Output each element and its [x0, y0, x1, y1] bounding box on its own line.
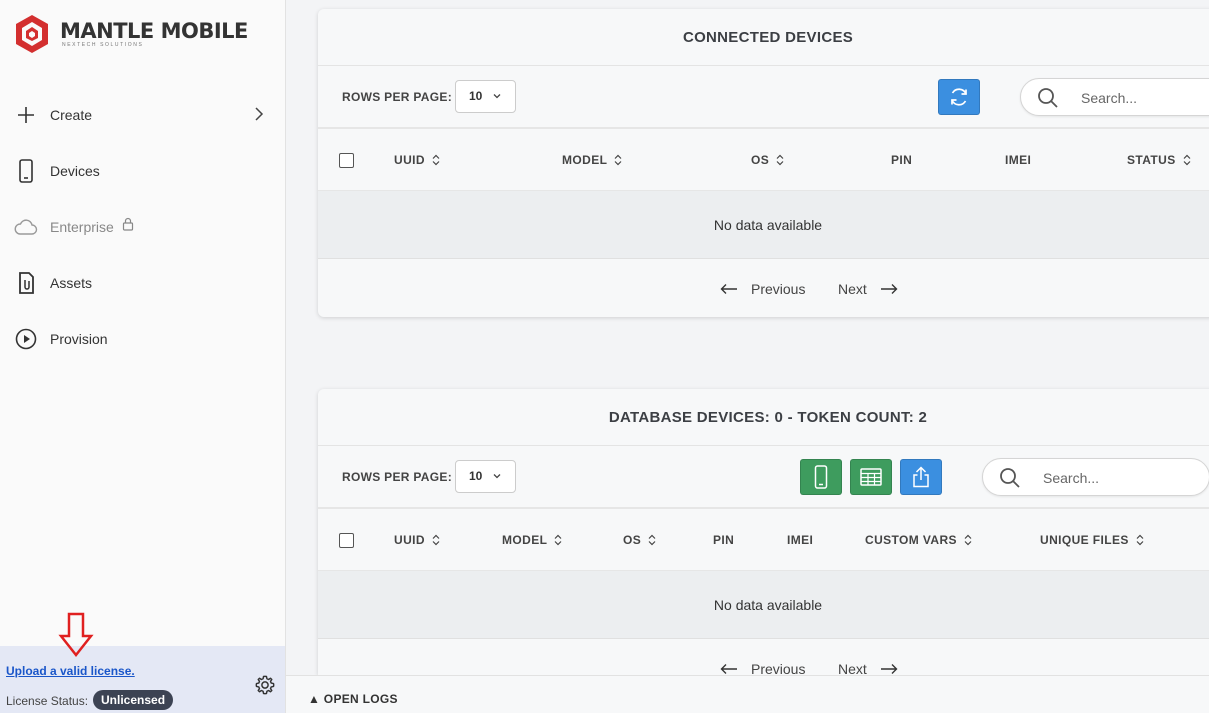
- phone-icon: [14, 159, 38, 183]
- sidebar-item-provision[interactable]: Provision: [0, 311, 285, 367]
- arrow-left-icon: [720, 664, 737, 674]
- sort-icon: [614, 154, 622, 166]
- sidebar-item-label: Devices: [50, 163, 100, 179]
- pagination: Previous Next: [318, 639, 1209, 674]
- mantle-logo-icon: [16, 15, 48, 53]
- next-page-button[interactable]: Next: [838, 281, 898, 297]
- select-all-checkbox[interactable]: [339, 533, 354, 548]
- brand-tagline: NEXTECH SOLUTIONS: [62, 42, 144, 48]
- rows-per-page-select[interactable]: 10: [455, 80, 516, 113]
- card-title: CONNECTED DEVICES: [318, 9, 1209, 66]
- sidebar-item-create[interactable]: Create: [0, 87, 285, 143]
- brand-name: MANTLE MOBILE: [60, 19, 248, 43]
- column-model[interactable]: MODEL: [502, 533, 562, 547]
- file-attachment-icon: [14, 271, 38, 295]
- lock-icon: [122, 217, 133, 231]
- cloud-icon: [14, 215, 38, 239]
- chevron-down-icon: [493, 474, 501, 479]
- down-arrow-annotation-icon: [58, 612, 94, 658]
- sidebar-nav: Create Devices Enterprise Assets Provisi…: [0, 87, 285, 367]
- connected-devices-card: CONNECTED DEVICES ROWS PER PAGE: 10 Sear…: [318, 9, 1209, 317]
- database-devices-card: DATABASE DEVICES: 0 - TOKEN COUNT: 2 ROW…: [318, 389, 1209, 675]
- pagination: Previous Next: [318, 259, 1209, 316]
- table-icon: [860, 468, 882, 486]
- column-imei: IMEI: [1005, 153, 1032, 167]
- sidebar-item-label: Enterprise: [50, 219, 114, 235]
- arrow-left-icon: [720, 284, 737, 294]
- column-pin: PIN: [713, 533, 735, 547]
- search-field[interactable]: Search...: [982, 458, 1209, 496]
- search-icon: [1000, 468, 1020, 488]
- column-os[interactable]: OS: [623, 533, 656, 547]
- rows-per-page-label: ROWS PER PAGE:: [342, 470, 452, 484]
- play-circle-icon: [14, 327, 38, 351]
- search-icon: [1038, 88, 1058, 108]
- column-pin: PIN: [891, 153, 913, 167]
- column-uuid[interactable]: UUID: [394, 153, 440, 167]
- column-unique-files[interactable]: UNIQUE FILES: [1040, 533, 1144, 547]
- empty-table-message: No data available: [318, 191, 1209, 259]
- chevron-down-icon: [493, 94, 501, 99]
- spreadsheet-button[interactable]: [850, 459, 892, 495]
- phone-icon: [814, 465, 828, 489]
- plus-icon: [14, 103, 38, 127]
- brand-logo[interactable]: MANTLE MOBILE NEXTECH SOLUTIONS: [14, 14, 248, 54]
- column-custom-vars[interactable]: CUSTOM VARS: [865, 533, 972, 547]
- license-status-badge: Unlicensed: [93, 690, 174, 710]
- sort-icon: [554, 534, 562, 546]
- sort-icon: [1136, 534, 1144, 546]
- arrow-right-icon: [880, 664, 898, 674]
- column-uuid[interactable]: UUID: [394, 533, 440, 547]
- card-title: DATABASE DEVICES: 0 - TOKEN COUNT: 2: [318, 389, 1209, 446]
- rows-per-page-label: ROWS PER PAGE:: [342, 90, 452, 104]
- sort-icon: [964, 534, 972, 546]
- next-page-button[interactable]: Next: [838, 661, 898, 674]
- previous-page-button[interactable]: Previous: [720, 661, 805, 674]
- sidebar-footer: Upload a valid license. License Status: …: [0, 646, 285, 713]
- empty-table-message: No data available: [318, 571, 1209, 639]
- rows-per-page-value: 10: [469, 89, 483, 103]
- sort-icon: [1183, 154, 1191, 166]
- gear-icon[interactable]: [254, 674, 276, 696]
- sort-icon: [776, 154, 784, 166]
- rows-per-page-select[interactable]: 10: [455, 460, 516, 493]
- sidebar-item-enterprise[interactable]: Enterprise: [0, 199, 285, 255]
- open-logs-button[interactable]: ▲ OPEN LOGS: [308, 692, 398, 706]
- export-button[interactable]: [900, 459, 942, 495]
- table-toolbar: ROWS PER PAGE: 10 Search...: [318, 66, 1209, 129]
- add-device-button[interactable]: [800, 459, 842, 495]
- column-os[interactable]: OS: [751, 153, 784, 167]
- rows-per-page-value: 10: [469, 469, 483, 483]
- chevron-right-icon: [255, 107, 264, 121]
- column-status[interactable]: STATUS: [1127, 153, 1191, 167]
- previous-page-button[interactable]: Previous: [720, 281, 805, 297]
- share-icon: [913, 466, 929, 488]
- search-placeholder: Search...: [1081, 90, 1138, 106]
- license-status-label: License Status:: [6, 694, 89, 708]
- column-model[interactable]: MODEL: [562, 153, 622, 167]
- sort-icon: [648, 534, 656, 546]
- table-toolbar: ROWS PER PAGE: 10 Search...: [318, 446, 1209, 509]
- upload-license-link[interactable]: Upload a valid license.: [6, 664, 135, 678]
- logs-bar: ▲ OPEN LOGS: [286, 675, 1209, 713]
- refresh-button[interactable]: [938, 79, 980, 115]
- sort-icon: [432, 534, 440, 546]
- sidebar-item-label: Assets: [50, 275, 93, 291]
- sidebar-item-assets[interactable]: Assets: [0, 255, 285, 311]
- table-header: UUID MODEL OS PIN IMEI STATUS: [318, 129, 1209, 191]
- select-all-checkbox[interactable]: [339, 153, 354, 168]
- sort-icon: [432, 154, 440, 166]
- sidebar: MANTLE MOBILE NEXTECH SOLUTIONS Create D…: [0, 0, 286, 713]
- column-imei: IMEI: [787, 533, 814, 547]
- arrow-right-icon: [880, 284, 898, 294]
- sidebar-item-label: Provision: [50, 331, 108, 347]
- search-placeholder: Search...: [1043, 470, 1100, 486]
- sidebar-item-devices[interactable]: Devices: [0, 143, 285, 199]
- search-field[interactable]: Search...: [1020, 78, 1209, 116]
- table-header: UUID MODEL OS PIN IMEI CUSTOM VARS UNIQU…: [318, 509, 1209, 571]
- refresh-icon: [951, 88, 967, 106]
- sidebar-item-label: Create: [50, 107, 93, 123]
